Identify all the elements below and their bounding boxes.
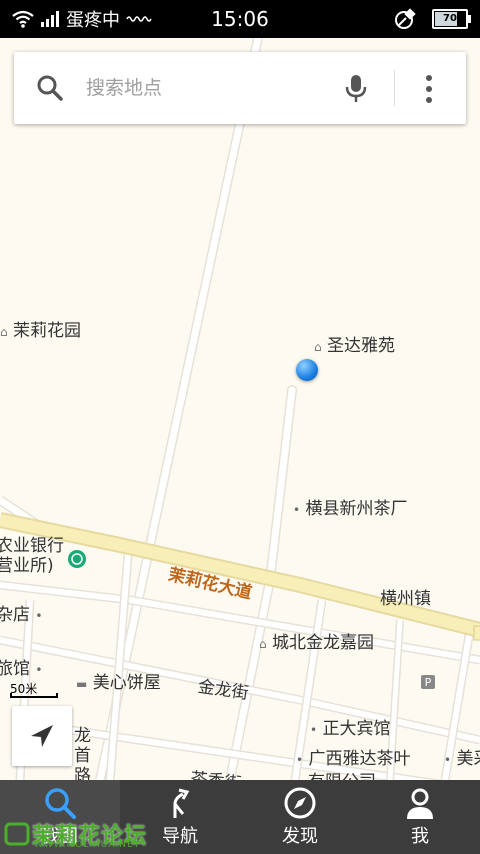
poi-tea-factory[interactable]: • 横县新州茶厂 [293,494,407,519]
scale-bar [10,693,58,698]
microphone-icon[interactable] [344,74,368,104]
dot-icon: • [296,753,304,767]
poi-hotel-left-label: 旅馆 [0,659,30,679]
poi-bank-line1: 农业银行 [0,536,64,556]
poi-chengbei-label: 城北金龙嘉园 [272,633,375,653]
building-icon: ⌂ [314,340,322,354]
poi-hotel-left[interactable]: 旅馆 • [0,654,42,679]
poi-guangxi-line2: 有限公司 [296,771,410,780]
poi-mei-right[interactable]: • 美采 [444,744,480,769]
navigation-route-icon [173,788,190,818]
status-right: 70 [394,0,471,38]
search-icon [45,788,76,819]
poi-mei-right-label: 美采 [456,749,480,769]
search-bar[interactable]: 搜索地点 [14,52,466,124]
dot-icon: • [35,609,43,623]
building-icon: ⌂ [259,637,267,651]
poi-hengzhou-label: 横州镇 [380,589,431,609]
poi-zhengda-label: 正大宾馆 [322,719,391,739]
poi-moli-garden[interactable]: ⌂ 茉莉花园 [0,316,81,341]
road-long-2: 首 [74,746,91,766]
map-view[interactable]: P ⌂ 茉莉花园 ⌂ 圣达雅苑 • 横县新州茶厂 农业银行 营业所) 茉莉花大道… [0,38,480,780]
poi-bank-line2: 营业所) [0,556,54,576]
poi-moli-garden-label: 茉莉花园 [13,321,82,341]
battery-level: 70 [443,13,457,24]
poi-shengda-yayuan[interactable]: ⌂ 圣达雅苑 [314,331,395,356]
status-bar: 蛋疼中 15:06 70 [0,0,480,38]
current-location-marker[interactable] [296,359,318,381]
search-input[interactable]: 搜索地点 [86,52,162,124]
road-long-1: 龙 [74,726,91,746]
map-roads: P [0,38,480,780]
poi-guangxi-line1: 广西雅达茶叶 [308,749,411,769]
compass-icon [284,787,316,819]
road-chaxiang-text: 茶香街 [189,769,242,780]
poi-chengbei-jinlong[interactable]: ⌂ 城北金龙嘉园 [259,628,374,653]
more-vert-icon[interactable] [422,74,436,104]
poi-hengzhou-town[interactable]: 横州镇 [380,584,431,609]
tab-discover[interactable]: 发现 [240,780,360,854]
watermark-logo-icon [4,822,30,846]
tab-me[interactable]: 我 [360,780,480,854]
poi-tea-factory-label: 横县新州茶厂 [305,499,408,519]
restaurant-icon: ▬ [76,677,88,691]
dot-icon: • [310,723,318,737]
search-icon [37,75,63,101]
poi-zhengda-hotel[interactable]: • 正大宾馆 [310,714,390,739]
poi-shengda-label: 圣达雅苑 [327,336,396,356]
tab-me-label: 我 [411,826,429,847]
road-label-longshou: 龙 首 路 [74,726,91,780]
dot-icon: • [444,753,452,767]
navigation-arrow-icon [31,725,53,747]
my-location-button[interactable] [12,706,72,766]
poi-meixin-bakery[interactable]: ▬ 美心饼屋 [76,668,161,693]
tab-navigation-label: 导航 [162,826,198,847]
poi-bank[interactable]: 农业银行 营业所) [0,536,64,576]
tab-discover-label: 发现 [282,826,318,847]
road-long-3: 路 [74,766,91,780]
battery-indicator: 70 [432,9,471,29]
watermark-subtext: WWW.MOLIHUA.NET [34,840,141,850]
poi-grocery-label: 杂店 [0,605,30,625]
poi-guangxi-tea[interactable]: • 广西雅达茶叶 有限公司 [296,748,410,780]
dot-icon: • [35,663,43,677]
dot-icon: • [293,503,301,517]
forum-watermark: 茉莉花论坛 WWW.MOLIHUA.NET [4,816,147,852]
gps-satellite-icon [395,8,416,29]
poi-grocery[interactable]: 杂店 • [0,600,42,625]
person-icon [407,788,433,819]
poi-meixin-label: 美心饼屋 [92,673,161,693]
building-icon: ⌂ [0,325,8,339]
search-divider [394,70,395,106]
svg-text:P: P [425,676,432,689]
